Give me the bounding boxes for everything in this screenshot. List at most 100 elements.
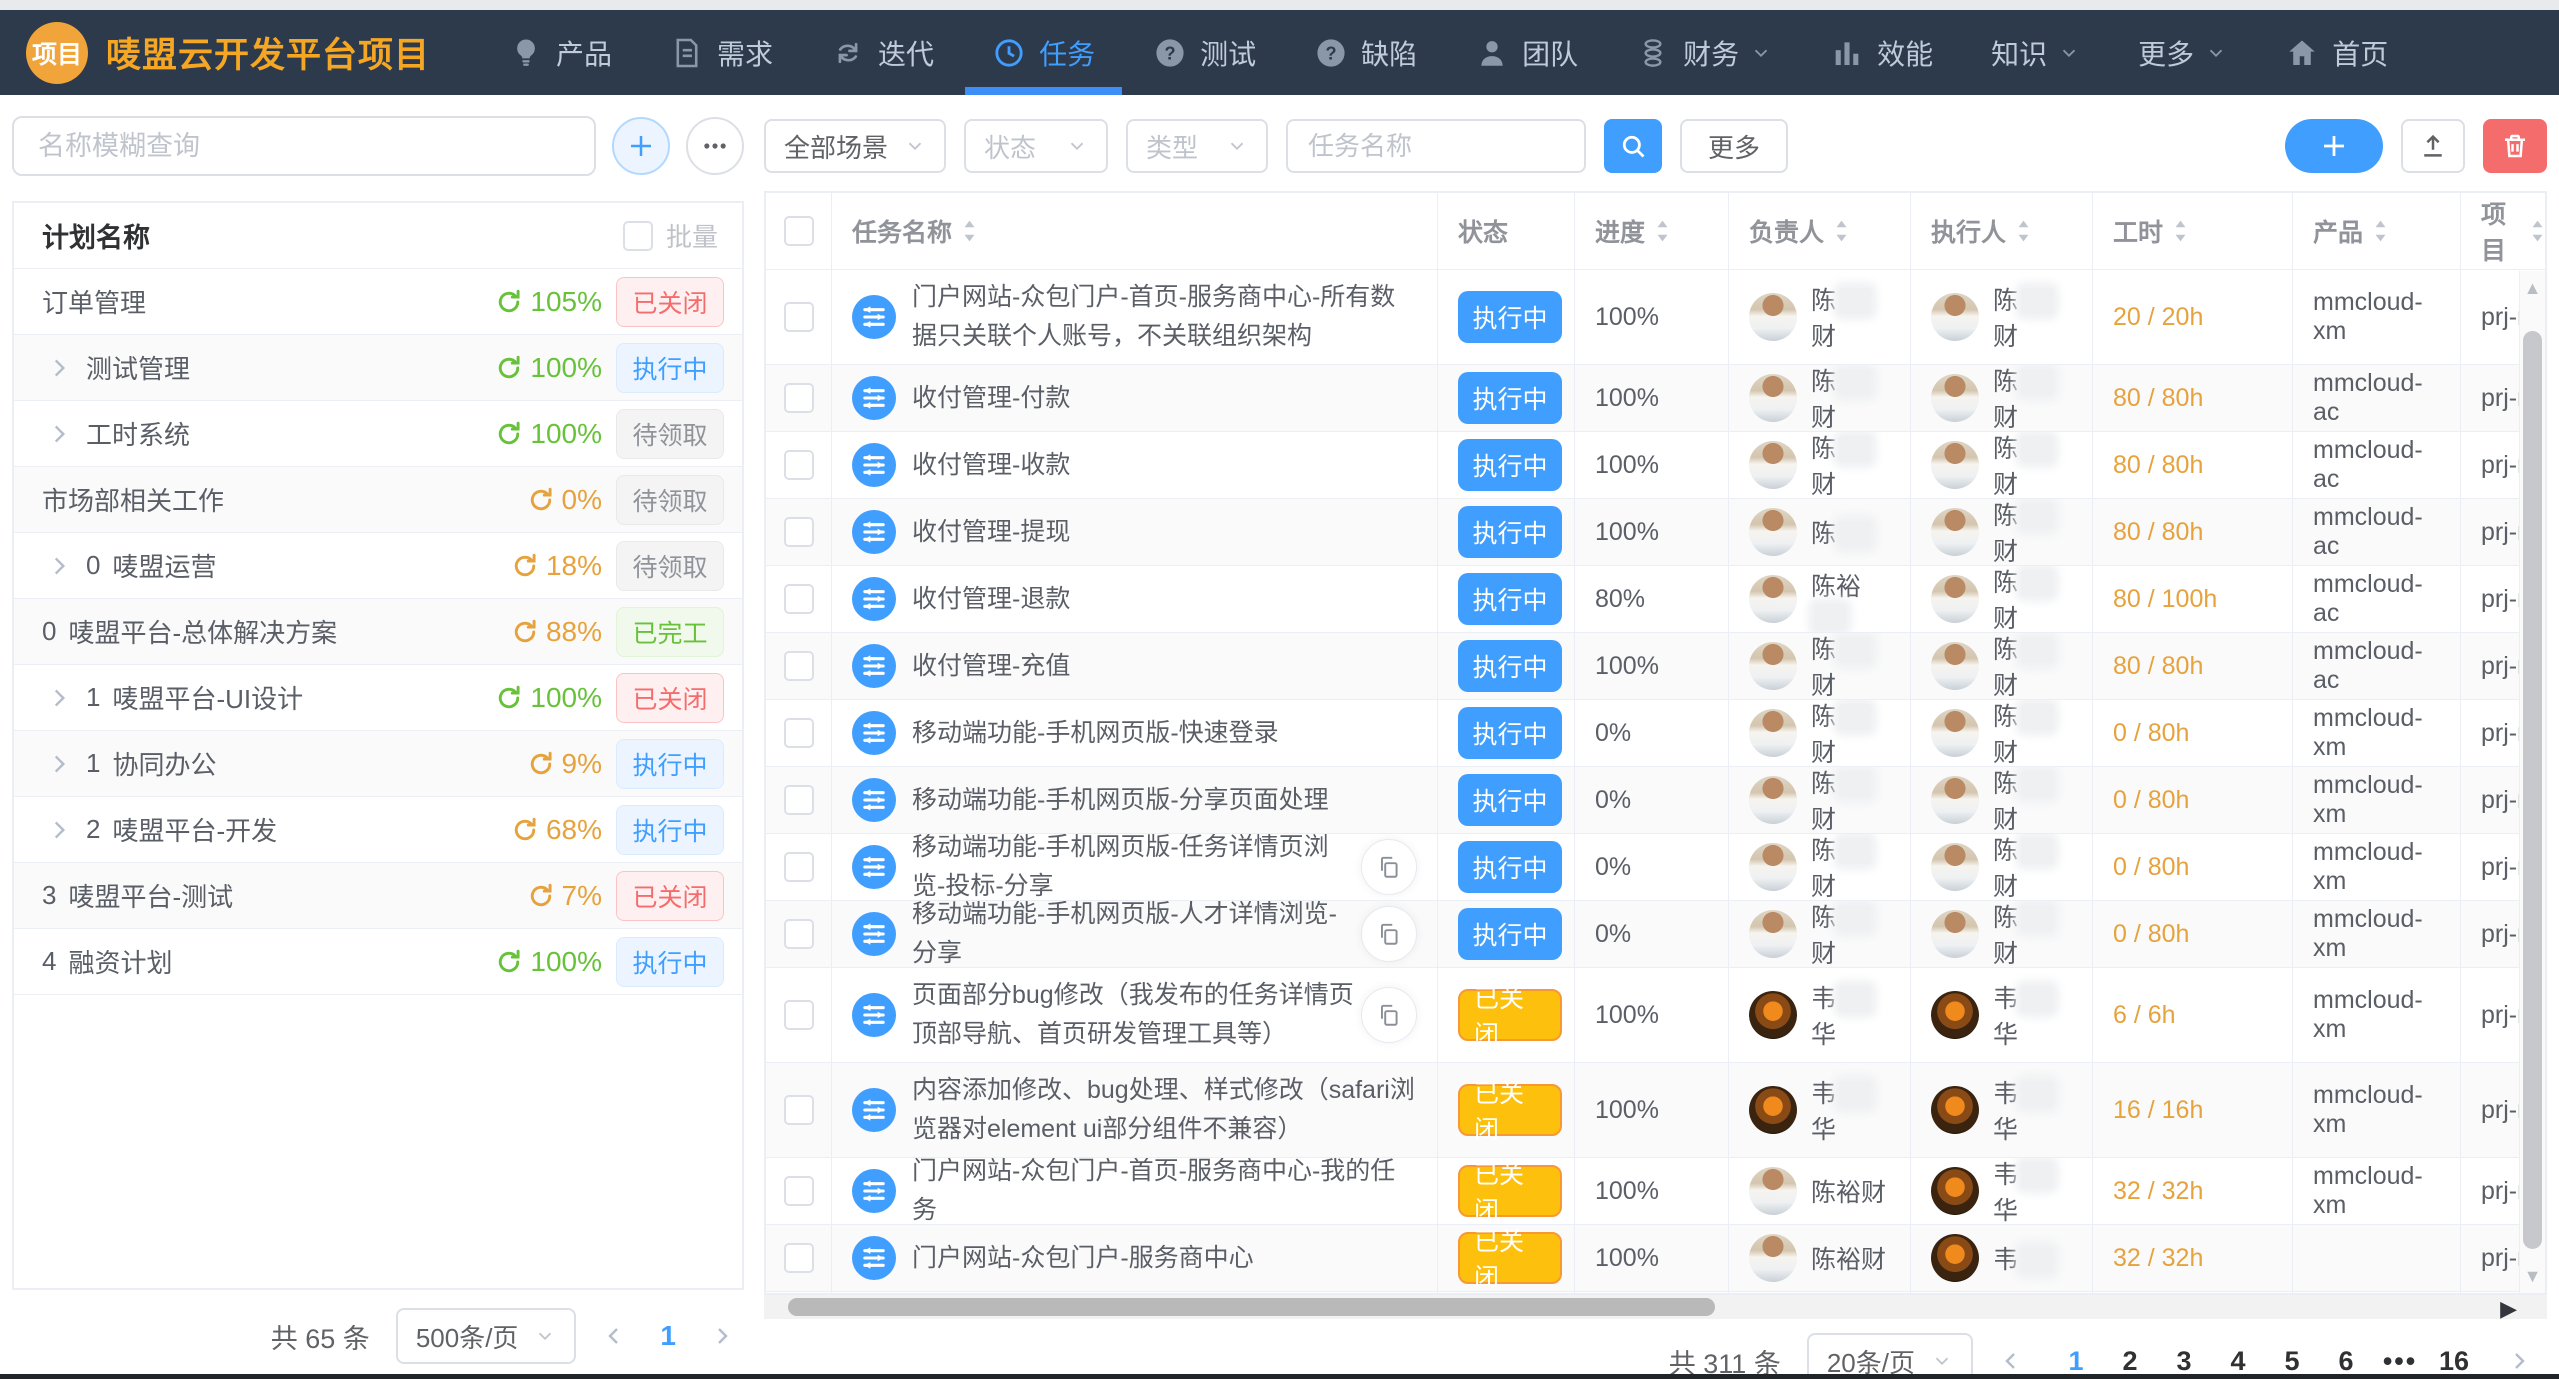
horizontal-scroll-thumb[interactable] bbox=[788, 1298, 1715, 1316]
nav-item-产品[interactable]: 产品 bbox=[480, 10, 641, 95]
scroll-down-icon[interactable]: ▼ bbox=[2520, 1259, 2545, 1293]
table-horizontal-scrollbar[interactable]: ▶ bbox=[764, 1295, 2547, 1319]
sort-carets-icon[interactable] bbox=[2530, 218, 2545, 244]
nav-item-首页[interactable]: 首页 bbox=[2256, 10, 2417, 95]
plan-row[interactable]: 4融资计划100%执行中 bbox=[14, 929, 742, 995]
nav-item-知识[interactable]: 知识 bbox=[1962, 10, 2109, 95]
row-checkbox[interactable] bbox=[784, 785, 814, 815]
nav-item-缺陷[interactable]: ?缺陷 bbox=[1285, 10, 1446, 95]
plan-page-1[interactable]: 1 bbox=[660, 1320, 676, 1352]
table-vertical-scrollbar[interactable]: ▲ ▼ bbox=[2519, 271, 2545, 1293]
row-checkbox[interactable] bbox=[784, 919, 814, 949]
plan-row[interactable]: 0唛盟运营18%待领取 bbox=[14, 533, 742, 599]
plan-row[interactable]: 3唛盟平台-测试7%已关闭 bbox=[14, 863, 742, 929]
sort-carets-icon[interactable] bbox=[962, 218, 977, 244]
batch-checkbox[interactable] bbox=[623, 221, 653, 251]
row-checkbox[interactable] bbox=[784, 718, 814, 748]
page-ellipsis[interactable]: ••• bbox=[2373, 1346, 2427, 1377]
prev-page-icon[interactable] bbox=[1999, 1349, 2023, 1373]
expand-chevron-icon[interactable] bbox=[46, 751, 72, 777]
scene-select[interactable]: 全部场景 bbox=[764, 119, 946, 173]
next-page-icon[interactable] bbox=[710, 1324, 734, 1348]
row-checkbox[interactable] bbox=[784, 383, 814, 413]
sort-carets-icon[interactable] bbox=[2016, 218, 2031, 244]
sort-carets-icon[interactable] bbox=[2173, 218, 2188, 244]
nav-item-团队[interactable]: 团队 bbox=[1446, 10, 1607, 95]
plan-row[interactable]: 测试管理100%执行中 bbox=[14, 335, 742, 401]
row-checkbox[interactable] bbox=[784, 1243, 814, 1273]
sort-carets-icon[interactable] bbox=[1834, 218, 1849, 244]
task-row[interactable]: 页面部分bug修改（我发布的任务详情页顶部导航、首页研发管理工具等）已关闭100… bbox=[766, 968, 2545, 1063]
task-row[interactable]: 移动端功能-手机网页版-任务详情页浏览-投标-分享执行中0%陈财陈财0 / 80… bbox=[766, 834, 2545, 901]
row-checkbox[interactable] bbox=[784, 1176, 814, 1206]
scroll-up-icon[interactable]: ▲ bbox=[2520, 271, 2545, 305]
row-checkbox[interactable] bbox=[784, 584, 814, 614]
search-button[interactable] bbox=[1604, 119, 1662, 173]
page-1[interactable]: 1 bbox=[2049, 1346, 2103, 1377]
task-row[interactable]: 门户网站-众包门户-首页-服务商中心-所有数据只关联个人账号，不关联组织架构执行… bbox=[766, 270, 2545, 365]
plan-row[interactable]: 市场部相关工作0%待领取 bbox=[14, 467, 742, 533]
plan-row[interactable]: 0唛盟平台-总体解决方案88%已完工 bbox=[14, 599, 742, 665]
plan-row[interactable]: 1唛盟平台-UI设计100%已关闭 bbox=[14, 665, 742, 731]
page-6[interactable]: 6 bbox=[2319, 1346, 2373, 1377]
page-4[interactable]: 4 bbox=[2211, 1346, 2265, 1377]
task-row[interactable]: 收付管理-提现执行中100%陈陈财80 / 80hmmcloud-acprj-m bbox=[766, 499, 2545, 566]
row-checkbox[interactable] bbox=[784, 651, 814, 681]
task-row[interactable]: 门户网站-众包门户-首页-服务商中心-我的任务已关闭100%陈裕财韦华32 / … bbox=[766, 1158, 2545, 1225]
page-16[interactable]: 16 bbox=[2427, 1346, 2481, 1377]
task-row[interactable]: 移动端功能-手机网页版-快速登录执行中0%陈财陈财0 / 80hmmcloud-… bbox=[766, 700, 2545, 767]
task-row[interactable]: 移动端功能-手机网页版-人才详情浏览-分享执行中0%陈财陈财0 / 80hmmc… bbox=[766, 901, 2545, 968]
task-row[interactable]: 内容添加修改、bug处理、样式修改（safari浏览器对element ui部分… bbox=[766, 1063, 2545, 1158]
sort-carets-icon[interactable] bbox=[1655, 218, 1670, 244]
nav-item-迭代[interactable]: 迭代 bbox=[802, 10, 963, 95]
delete-button[interactable] bbox=[2483, 119, 2547, 173]
add-task-button[interactable] bbox=[2285, 119, 2383, 173]
plan-page-size-select[interactable]: 500条/页 bbox=[396, 1308, 577, 1364]
next-page-icon[interactable] bbox=[2507, 1349, 2531, 1373]
copy-task-button[interactable] bbox=[1361, 839, 1417, 895]
expand-chevron-icon[interactable] bbox=[46, 421, 72, 447]
task-row[interactable]: 收付管理-付款执行中100%陈财陈财80 / 80hmmcloud-acprj-… bbox=[766, 365, 2545, 432]
task-row[interactable]: 收付管理-充值执行中100%陈财陈财80 / 80hmmcloud-acprj-… bbox=[766, 633, 2545, 700]
plan-row[interactable]: 1协同办公9%执行中 bbox=[14, 731, 742, 797]
nav-item-效能[interactable]: 效能 bbox=[1801, 10, 1962, 95]
row-checkbox[interactable] bbox=[784, 450, 814, 480]
page-2[interactable]: 2 bbox=[2103, 1346, 2157, 1377]
expand-chevron-icon[interactable] bbox=[46, 685, 72, 711]
nav-item-需求[interactable]: 需求 bbox=[641, 10, 802, 95]
plan-row[interactable]: 工时系统100%待领取 bbox=[14, 401, 742, 467]
task-row[interactable]: 收付管理-收款执行中100%陈财陈财80 / 80hmmcloud-acprj-… bbox=[766, 432, 2545, 499]
page-5[interactable]: 5 bbox=[2265, 1346, 2319, 1377]
row-checkbox[interactable] bbox=[784, 302, 814, 332]
select-all-checkbox[interactable] bbox=[784, 216, 814, 246]
task-row[interactable]: 移动端功能-手机网页版-分享页面处理执行中0%陈财陈财0 / 80hmmclou… bbox=[766, 767, 2545, 834]
scroll-right-icon[interactable]: ▶ bbox=[2500, 1296, 2517, 1322]
expand-chevron-icon[interactable] bbox=[46, 817, 72, 843]
plan-search-input[interactable] bbox=[12, 116, 596, 176]
plan-row[interactable]: 2唛盟平台-开发68%执行中 bbox=[14, 797, 742, 863]
nav-item-更多[interactable]: 更多 bbox=[2109, 10, 2256, 95]
row-checkbox[interactable] bbox=[784, 1095, 814, 1125]
row-checkbox[interactable] bbox=[784, 852, 814, 882]
plan-row[interactable]: 订单管理105%已关闭 bbox=[14, 269, 742, 335]
task-page-size-select[interactable]: 20条/页 bbox=[1807, 1333, 1973, 1379]
sort-carets-icon[interactable] bbox=[2373, 218, 2388, 244]
nav-item-财务[interactable]: 财务 bbox=[1607, 10, 1801, 95]
copy-task-button[interactable] bbox=[1361, 987, 1417, 1043]
task-row[interactable]: 收付管理-退款执行中80%陈裕陈财80 / 100hmmcloud-acprj-… bbox=[766, 566, 2545, 633]
nav-item-测试[interactable]: ?测试 bbox=[1124, 10, 1285, 95]
more-filters-button[interactable]: 更多 bbox=[1680, 119, 1788, 173]
task-row[interactable]: 门户网站-众包门户-服务商中心已关闭100%陈裕财韦32 / 32hprj-m bbox=[766, 1225, 2545, 1292]
nav-item-任务[interactable]: 任务 bbox=[963, 10, 1124, 95]
type-select[interactable]: 类型 bbox=[1126, 119, 1268, 173]
export-button[interactable] bbox=[2401, 119, 2465, 173]
expand-chevron-icon[interactable] bbox=[46, 553, 72, 579]
row-checkbox[interactable] bbox=[784, 1000, 814, 1030]
status-select[interactable]: 状态 bbox=[964, 119, 1108, 173]
expand-chevron-icon[interactable] bbox=[46, 355, 72, 381]
task-name-input[interactable] bbox=[1286, 119, 1586, 173]
plan-more-button[interactable] bbox=[686, 117, 744, 175]
add-plan-button[interactable] bbox=[612, 117, 670, 175]
vertical-scroll-thumb[interactable] bbox=[2523, 331, 2542, 1249]
row-checkbox[interactable] bbox=[784, 517, 814, 547]
